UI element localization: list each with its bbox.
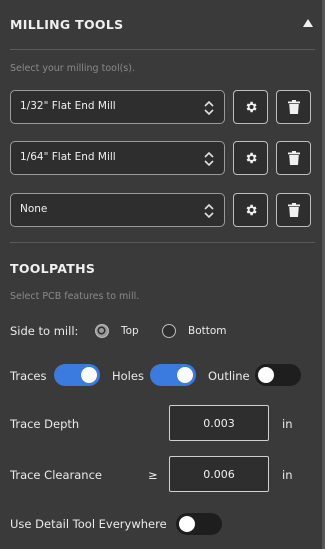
trace-depth-unit: in — [282, 417, 293, 431]
gear-icon — [246, 204, 257, 216]
tool-select-2[interactable]: 1/64" Flat End Mill — [10, 141, 225, 175]
toggle-knob — [81, 367, 97, 383]
tool-delete-button[interactable] — [276, 141, 311, 175]
side-bottom-radio[interactable] — [162, 324, 176, 338]
milling-tools-header[interactable]: MILLING TOOLS — [10, 17, 315, 35]
trace-clearance-label: Trace Clearance — [10, 468, 102, 482]
toolpaths-header: TOOLPATHS — [10, 261, 96, 276]
trace-clearance-unit: in — [282, 468, 293, 482]
toggle-knob — [258, 367, 274, 383]
tool-select-3[interactable]: None — [10, 193, 225, 227]
tool-settings-button[interactable] — [233, 141, 268, 175]
gear-icon — [246, 152, 257, 164]
holes-label: Holes — [112, 369, 144, 383]
outline-label: Outline — [208, 369, 250, 383]
tool-delete-button[interactable] — [276, 193, 311, 227]
milling-tools-hint: Select your milling tool(s). — [10, 63, 135, 74]
milling-tools-title: MILLING TOOLS — [10, 17, 124, 32]
gte-symbol: ≥ — [148, 468, 158, 482]
tool-select-value: 1/32" Flat End Mill — [20, 100, 116, 112]
toolpaths-hint: Select PCB features to mill. — [10, 291, 140, 302]
holes-toggle[interactable] — [150, 364, 196, 386]
milling-panel: MILLING TOOLS Select your milling tool(s… — [0, 0, 325, 549]
side-top-label[interactable]: Top — [121, 325, 139, 337]
trace-depth-input[interactable] — [169, 405, 269, 441]
side-bottom-label[interactable]: Bottom — [188, 325, 227, 337]
toggle-knob — [179, 516, 195, 532]
collapse-arrow-icon[interactable] — [303, 19, 313, 27]
detail-tool-toggle[interactable] — [176, 513, 222, 535]
trash-icon — [287, 151, 300, 165]
tool-settings-button[interactable] — [233, 90, 268, 124]
traces-toggle[interactable] — [54, 364, 100, 386]
side-top-radio[interactable] — [95, 324, 109, 338]
trash-icon — [287, 203, 300, 217]
trace-depth-label: Trace Depth — [10, 417, 80, 431]
trace-clearance-input[interactable] — [169, 456, 269, 492]
updown-chevron-icon — [204, 203, 214, 219]
outline-toggle[interactable] — [255, 364, 301, 386]
gear-icon — [246, 101, 257, 113]
divider — [10, 49, 315, 50]
divider — [10, 242, 315, 243]
tool-select-value: 1/64" Flat End Mill — [20, 151, 116, 163]
traces-label: Traces — [10, 369, 47, 383]
side-to-mill-label: Side to mill: — [10, 324, 79, 338]
toggle-knob — [177, 367, 193, 383]
detail-tool-label: Use Detail Tool Everywhere — [10, 517, 167, 531]
trash-icon — [287, 100, 300, 114]
tool-settings-button[interactable] — [233, 193, 268, 227]
updown-chevron-icon — [204, 151, 214, 167]
tool-select-1[interactable]: 1/32" Flat End Mill — [10, 90, 225, 124]
tool-select-value: None — [20, 203, 48, 215]
updown-chevron-icon — [204, 100, 214, 116]
tool-delete-button[interactable] — [276, 90, 311, 124]
